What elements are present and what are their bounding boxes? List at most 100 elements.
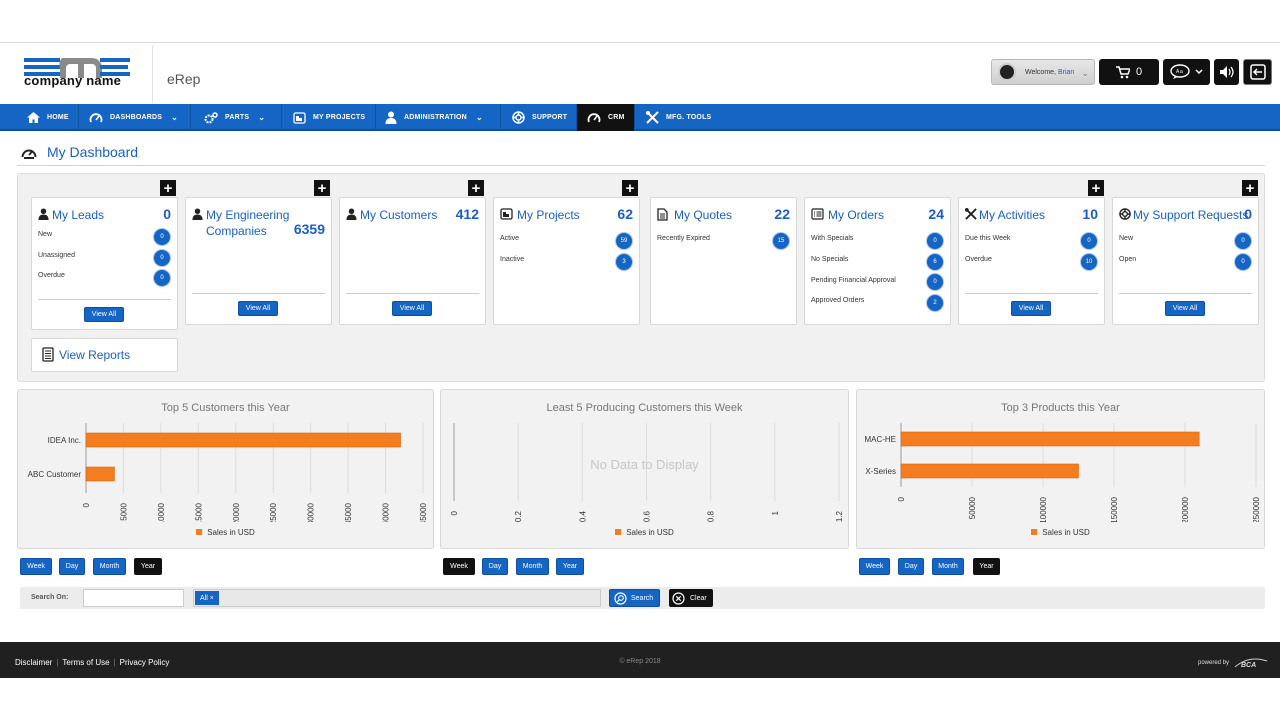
user-avatar-icon: [998, 63, 1016, 81]
legend-label: Sales in USD: [207, 528, 255, 537]
cart-button[interactable]: 0: [1099, 59, 1159, 85]
nav-administration[interactable]: ADMINISTRATION ⌄: [377, 104, 501, 131]
view-all-button[interactable]: View All: [1011, 301, 1051, 316]
search-input[interactable]: [83, 589, 184, 607]
chart1-week-button[interactable]: Week: [20, 558, 52, 575]
count-badge[interactable]: 3: [616, 254, 632, 270]
nav-support[interactable]: SUPPORT: [502, 104, 577, 131]
powered-by-logo[interactable]: powered by BCA: [1198, 657, 1269, 669]
card-title[interactable]: My Orders: [828, 207, 884, 223]
logo-text: company name: [24, 73, 122, 88]
sound-button[interactable]: [1214, 59, 1239, 85]
card-title[interactable]: My Customers: [360, 207, 437, 223]
x-tick-label: 1.2: [835, 510, 844, 522]
count-badge[interactable]: 15: [773, 233, 789, 249]
user-menu-button[interactable]: Welcome, Brian ⌄: [991, 59, 1095, 85]
my-orders-card: My Orders 24 With Specials 0 No Specials…: [804, 197, 951, 325]
bar[interactable]: [85, 466, 115, 482]
nav-home[interactable]: HOME: [0, 104, 79, 131]
add-lead-button[interactable]: +: [160, 180, 176, 196]
view-all-button[interactable]: View All: [1165, 301, 1205, 316]
app-title: eRep: [167, 71, 201, 87]
chevron-down-icon: ⌄: [171, 113, 179, 122]
chart3-day-button[interactable]: Day: [898, 558, 924, 575]
nav-mfg-tools[interactable]: MFG. TOOLS: [636, 104, 726, 131]
nav-label: MY PROJECTS: [313, 114, 366, 121]
view-reports-link[interactable]: View Reports: [31, 338, 178, 372]
card-count: 0: [163, 206, 171, 222]
count-badge[interactable]: 0: [1235, 233, 1251, 249]
card-divider: [965, 293, 1098, 294]
chart1-day-button[interactable]: Day: [59, 558, 85, 575]
bar[interactable]: [900, 431, 1200, 447]
count-badge[interactable]: 6: [927, 254, 943, 270]
search-button[interactable]: Search: [609, 589, 660, 607]
count-badge[interactable]: 0: [154, 250, 170, 266]
count-badge[interactable]: 0: [154, 270, 170, 286]
chart2-year-button[interactable]: Year: [556, 558, 584, 575]
add-support-request-button[interactable]: +: [1242, 180, 1258, 196]
card-count: 10: [1082, 206, 1098, 222]
folder-icon: [293, 111, 306, 124]
x-tick-label: 40000: [382, 502, 391, 522]
count-badge[interactable]: 0: [154, 229, 170, 245]
chart3-year-button[interactable]: Year: [973, 558, 1000, 575]
count-badge[interactable]: 0: [927, 274, 943, 290]
card-title[interactable]: My Engineering Companies: [206, 207, 296, 239]
user-icon: [38, 208, 49, 220]
chart2-day-button[interactable]: Day: [482, 558, 508, 575]
card-title[interactable]: My Leads: [52, 207, 104, 223]
card-title[interactable]: My Quotes: [674, 207, 732, 223]
x-tick-label: 100000: [1039, 496, 1048, 522]
clear-button[interactable]: Clear: [669, 589, 713, 607]
bar[interactable]: [900, 463, 1079, 479]
least-producing-chart: 0 0.2 0.4 0.6 0.8 1 1.2: [450, 423, 844, 522]
chart1-month-button[interactable]: Month: [93, 558, 126, 575]
view-all-button[interactable]: View All: [392, 301, 432, 316]
card-divider: [38, 299, 171, 300]
card-title[interactable]: My Activities: [979, 207, 1045, 223]
y-category-label: MAC-HE: [864, 435, 896, 444]
cart-count: 0: [1135, 66, 1143, 78]
x-tick-label: 0.8: [707, 510, 716, 522]
bar[interactable]: [85, 432, 401, 448]
chart2-week-button[interactable]: Week: [443, 558, 475, 575]
logout-button[interactable]: [1243, 59, 1272, 85]
top-customers-chart: 0 5000 10000 15000 20000 25000 30000 35000 40000…: [28, 423, 428, 522]
view-all-button[interactable]: View All: [238, 301, 278, 316]
legend-swatch: [1031, 529, 1038, 535]
count-badge[interactable]: 10: [1081, 254, 1097, 270]
add-engineering-company-button[interactable]: +: [314, 180, 330, 196]
top-divider: [0, 42, 1280, 43]
x-tick-label: 150000: [1110, 496, 1119, 522]
view-all-button[interactable]: View All: [84, 307, 124, 322]
count-badge[interactable]: 2: [927, 295, 943, 311]
nav-parts[interactable]: PARTS ⌄: [192, 104, 282, 131]
add-customer-button[interactable]: +: [468, 180, 484, 196]
nav-my-projects[interactable]: MY PROJECTS: [283, 104, 376, 131]
y-category-label: IDEA Inc.: [48, 436, 81, 445]
row-label: No Specials: [811, 256, 849, 263]
chart1-year-button[interactable]: Year: [134, 558, 162, 575]
count-badge[interactable]: 59: [616, 233, 632, 249]
nav-crm[interactable]: CRM: [577, 104, 635, 131]
add-project-button[interactable]: +: [622, 180, 638, 196]
chart3-week-button[interactable]: Week: [859, 558, 890, 575]
add-activity-button[interactable]: +: [1088, 180, 1104, 196]
svg-text:a: a: [1180, 69, 1183, 75]
language-chat-button[interactable]: Aa: [1163, 59, 1210, 85]
my-leads-card: My Leads 0 New 0 Unassigned 0 Overdue 0 …: [31, 197, 178, 330]
row-label: With Specials: [811, 235, 854, 242]
chart3-month-button[interactable]: Month: [932, 558, 964, 575]
card-title[interactable]: My Support Requests: [1133, 207, 1248, 223]
chart2-month-button[interactable]: Month: [516, 558, 549, 575]
nav-dashboards[interactable]: DASHBOARDS ⌄: [80, 104, 191, 131]
count-badge[interactable]: 0: [1235, 254, 1251, 270]
count-badge[interactable]: 0: [927, 233, 943, 249]
search-scope-select[interactable]: All ×: [193, 589, 601, 607]
card-title[interactable]: My Projects: [517, 207, 580, 223]
count-badge[interactable]: 0: [1081, 233, 1097, 249]
speaker-icon: [1219, 66, 1234, 78]
scope-tag-remove-icon[interactable]: ×: [210, 595, 214, 602]
chevron-down-icon: [1195, 69, 1203, 75]
